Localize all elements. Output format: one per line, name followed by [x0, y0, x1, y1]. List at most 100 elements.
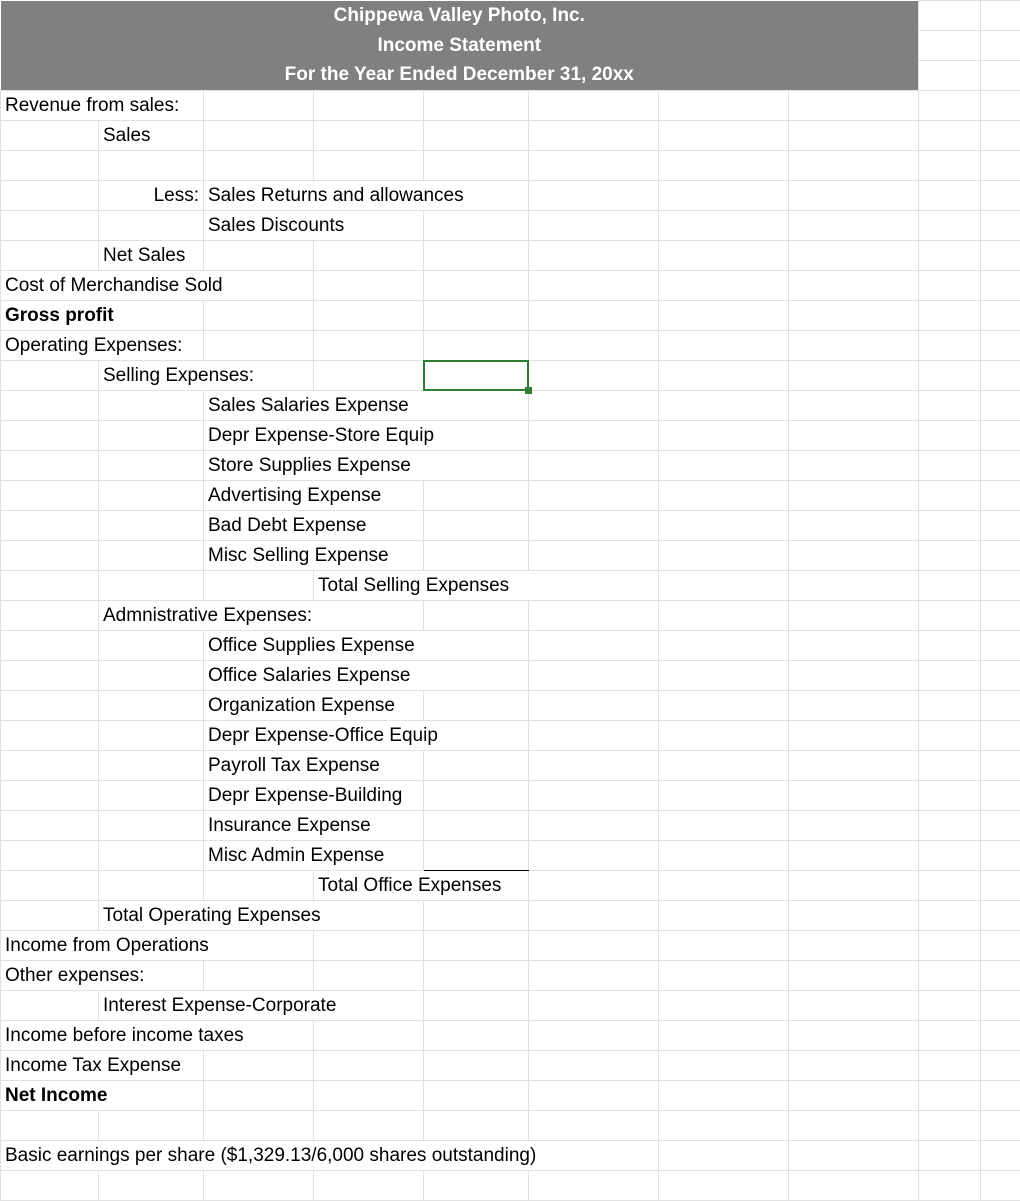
cell[interactable] [204, 1111, 314, 1141]
cell[interactable] [919, 961, 981, 991]
cell[interactable] [314, 301, 424, 331]
cell[interactable] [1, 631, 99, 661]
cell[interactable] [789, 811, 919, 841]
cell[interactable] [529, 151, 659, 181]
cell[interactable] [659, 271, 789, 301]
cell[interactable] [919, 901, 981, 931]
cell[interactable] [789, 871, 919, 901]
cell[interactable] [981, 91, 1020, 121]
cell[interactable] [919, 1171, 981, 1201]
label[interactable]: Income before income taxes [1, 1021, 314, 1051]
cell[interactable] [789, 781, 919, 811]
cell[interactable] [981, 511, 1020, 541]
cell[interactable] [1, 121, 99, 151]
label[interactable]: Misc Admin Expense [204, 841, 424, 871]
cell[interactable] [529, 901, 659, 931]
cell[interactable] [919, 361, 981, 391]
cell[interactable] [919, 841, 981, 871]
cell[interactable] [314, 271, 424, 301]
cell[interactable] [204, 91, 314, 121]
cell[interactable] [919, 631, 981, 661]
cell[interactable] [919, 661, 981, 691]
cell[interactable] [314, 1081, 424, 1111]
cell[interactable] [99, 481, 204, 511]
cell[interactable] [529, 991, 659, 1021]
cell[interactable] [529, 271, 659, 301]
cell[interactable] [789, 121, 919, 151]
cell[interactable] [659, 1111, 789, 1141]
cell[interactable] [789, 331, 919, 361]
cell[interactable] [529, 1051, 659, 1081]
cell[interactable] [1, 481, 99, 511]
cell[interactable] [529, 361, 659, 391]
cell[interactable] [981, 871, 1020, 901]
cell[interactable] [789, 241, 919, 271]
cell[interactable] [529, 301, 659, 331]
cell[interactable] [1, 241, 99, 271]
cell[interactable] [981, 451, 1020, 481]
cell[interactable] [919, 721, 981, 751]
cell[interactable] [529, 811, 659, 841]
cell[interactable] [529, 541, 659, 571]
cell[interactable] [529, 721, 659, 751]
cell[interactable] [789, 721, 919, 751]
label[interactable]: Basic earnings per share ($1,329.13/6,00… [1, 1141, 659, 1171]
cell[interactable] [529, 931, 659, 961]
cell[interactable] [789, 91, 919, 121]
cell[interactable] [981, 721, 1020, 751]
cell[interactable] [659, 631, 789, 661]
cell[interactable] [981, 841, 1020, 871]
label[interactable]: Total Selling Expenses [314, 571, 659, 601]
cell[interactable] [659, 541, 789, 571]
cell[interactable] [659, 571, 789, 601]
cell[interactable] [1, 691, 99, 721]
cell[interactable] [789, 1141, 919, 1171]
cell[interactable] [424, 931, 529, 961]
cell[interactable] [204, 1051, 314, 1081]
cell[interactable] [659, 361, 789, 391]
cell[interactable] [314, 1021, 424, 1051]
cell[interactable] [1, 811, 99, 841]
cell[interactable] [1, 991, 99, 1021]
cell[interactable] [1, 661, 99, 691]
cell[interactable] [981, 1171, 1020, 1201]
cell[interactable] [529, 871, 659, 901]
cell[interactable] [99, 631, 204, 661]
cell[interactable] [659, 691, 789, 721]
cell[interactable] [1, 451, 99, 481]
cell[interactable] [789, 661, 919, 691]
label[interactable]: Depr Expense-Office Equip [204, 721, 529, 751]
cell[interactable] [424, 211, 529, 241]
cell[interactable] [424, 601, 529, 631]
cell[interactable] [1, 1171, 99, 1201]
cell[interactable] [919, 481, 981, 511]
cell[interactable] [204, 1081, 314, 1111]
cell[interactable] [659, 331, 789, 361]
cell[interactable] [919, 871, 981, 901]
cell[interactable] [789, 541, 919, 571]
cell[interactable] [99, 1171, 204, 1201]
label[interactable]: Other expenses: [1, 961, 204, 991]
cell[interactable] [789, 151, 919, 181]
cell[interactable] [981, 901, 1020, 931]
cell[interactable] [981, 541, 1020, 571]
cell[interactable] [99, 841, 204, 871]
label[interactable]: Bad Debt Expense [204, 511, 424, 541]
cell[interactable] [314, 91, 424, 121]
cell[interactable] [99, 391, 204, 421]
cell[interactable] [919, 391, 981, 421]
cell[interactable] [919, 121, 981, 151]
cell[interactable] [204, 151, 314, 181]
cell[interactable] [424, 781, 529, 811]
label[interactable]: Sales [99, 121, 204, 151]
cell[interactable] [919, 31, 981, 61]
cell[interactable] [1, 841, 99, 871]
label[interactable]: Interest Expense-Corporate [99, 991, 424, 1021]
cell[interactable] [529, 781, 659, 811]
cell[interactable] [99, 871, 204, 901]
cell[interactable] [204, 961, 314, 991]
cell[interactable] [981, 811, 1020, 841]
cell[interactable] [789, 1021, 919, 1051]
cell[interactable] [529, 511, 659, 541]
cell[interactable] [919, 181, 981, 211]
